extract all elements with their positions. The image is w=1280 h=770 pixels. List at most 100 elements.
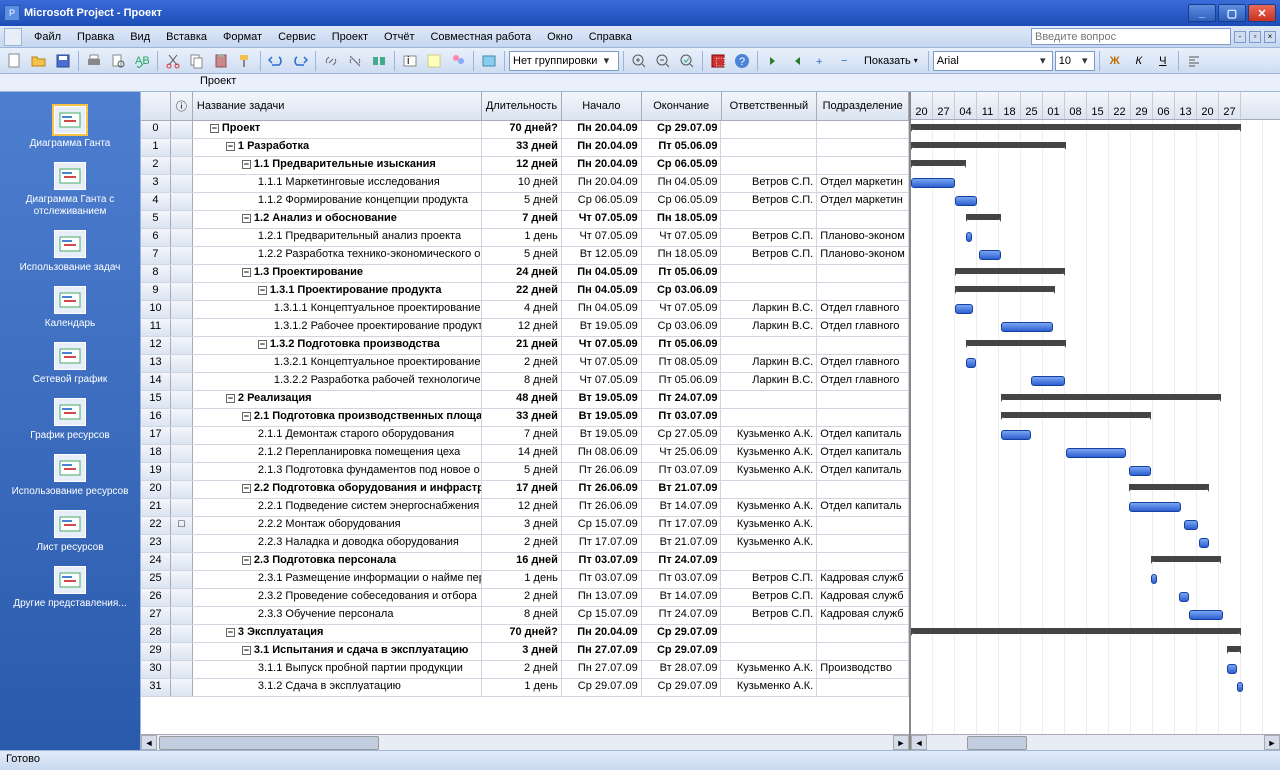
cell-duration[interactable]: 2 дней: [482, 355, 562, 372]
cell-start[interactable]: Вт 19.05.09: [562, 409, 642, 426]
table-row[interactable]: 0 −Проект 70 дней? Пн 20.04.09 Ср 29.07.…: [141, 121, 909, 139]
cell-name[interactable]: 3.1.1 Выпуск пробной партии продукции: [193, 661, 482, 678]
cell-duration[interactable]: 70 дней?: [482, 625, 562, 642]
col-duration[interactable]: Длительность: [482, 92, 562, 120]
cell-name[interactable]: −2.1 Подготовка производственных площад: [193, 409, 482, 426]
cell-responsible[interactable]: Ларкин В.С.: [721, 355, 817, 372]
redo-button[interactable]: [289, 50, 311, 72]
gantt-task-bar[interactable]: [979, 250, 1001, 260]
row-id[interactable]: 23: [141, 535, 171, 552]
menu-service[interactable]: Сервис: [270, 29, 324, 45]
cell-start[interactable]: Пн 08.06.09: [562, 445, 642, 462]
sidebar-item-0[interactable]: Диаграмма Ганта: [0, 100, 140, 156]
sidebar-item-3[interactable]: Календарь: [0, 280, 140, 336]
cell-name[interactable]: −1.2 Анализ и обоснование: [193, 211, 482, 228]
cell-end[interactable]: Пт 08.05.09: [642, 355, 722, 372]
cell-duration[interactable]: 33 дней: [482, 139, 562, 156]
cell-department[interactable]: [817, 283, 909, 300]
row-id[interactable]: 11: [141, 319, 171, 336]
gantt-summary-bar[interactable]: [1129, 484, 1209, 490]
split-button[interactable]: [368, 50, 390, 72]
cell-duration[interactable]: 1 день: [482, 229, 562, 246]
cell-start[interactable]: Пн 27.07.09: [562, 643, 642, 660]
cell-end[interactable]: Пт 05.06.09: [642, 373, 722, 390]
gantt-task-bar[interactable]: [1066, 448, 1126, 458]
menu-collab[interactable]: Совместная работа: [422, 29, 539, 45]
cell-name[interactable]: 3.1.2 Сдача в эксплуатацию: [193, 679, 482, 696]
gantt-task-bar[interactable]: [966, 358, 976, 368]
format-painter-button[interactable]: [234, 50, 256, 72]
cell-end[interactable]: Вт 21.07.09: [642, 535, 722, 552]
row-id[interactable]: 8: [141, 265, 171, 282]
table-row[interactable]: 28 −3 Эксплуатация 70 дней? Пн 20.04.09 …: [141, 625, 909, 643]
row-id[interactable]: 19: [141, 463, 171, 480]
cell-end[interactable]: Чт 07.05.09: [642, 229, 722, 246]
save-button[interactable]: [52, 50, 74, 72]
col-department[interactable]: Подразделение: [817, 92, 909, 120]
cell-responsible[interactable]: Ветров С.П.: [721, 175, 817, 192]
table-row[interactable]: 19 2.1.3 Подготовка фундаментов под ново…: [141, 463, 909, 481]
cell-department[interactable]: [817, 409, 909, 426]
cell-start[interactable]: Пн 20.04.09: [562, 175, 642, 192]
cell-name[interactable]: 2.3.1 Размещение информации о найме пер: [193, 571, 482, 588]
cell-duration[interactable]: 8 дней: [482, 373, 562, 390]
row-id[interactable]: 21: [141, 499, 171, 516]
cell-end[interactable]: Пт 05.06.09: [642, 265, 722, 282]
cell-start[interactable]: Пт 26.06.09: [562, 481, 642, 498]
grid-hscroll[interactable]: ◄ ►: [141, 734, 909, 750]
cell-duration[interactable]: 12 дней: [482, 157, 562, 174]
cell-department[interactable]: Отдел главного: [817, 355, 909, 372]
cell-start[interactable]: Вт 12.05.09: [562, 247, 642, 264]
cell-name[interactable]: −1.1 Предварительные изыскания: [193, 157, 482, 174]
table-row[interactable]: 4 1.1.2 Формирование концепции продукта …: [141, 193, 909, 211]
cell-responsible[interactable]: Кузьменко А.К.: [721, 463, 817, 480]
cell-duration[interactable]: 5 дней: [482, 463, 562, 480]
cell-responsible[interactable]: [721, 121, 817, 138]
gantt-task-bar[interactable]: [1129, 502, 1181, 512]
gantt-scroll-right-button[interactable]: ►: [1264, 735, 1280, 750]
cell-duration[interactable]: 1 день: [482, 571, 562, 588]
cell-start[interactable]: Чт 07.05.09: [562, 229, 642, 246]
expand-icon[interactable]: −: [258, 286, 267, 295]
cell-name[interactable]: −1.3.2 Подготовка производства: [193, 337, 482, 354]
row-id[interactable]: 24: [141, 553, 171, 570]
preview-button[interactable]: [107, 50, 129, 72]
cell-duration[interactable]: 2 дней: [482, 589, 562, 606]
expand-icon[interactable]: −: [210, 124, 219, 133]
table-row[interactable]: 13 1.3.2.1 Концептуальное проектирование…: [141, 355, 909, 373]
gantt-task-bar[interactable]: [1129, 466, 1151, 476]
cell-department[interactable]: [817, 553, 909, 570]
cell-end[interactable]: Пт 24.07.09: [642, 391, 722, 408]
cell-start[interactable]: Ср 15.07.09: [562, 517, 642, 534]
row-id[interactable]: 6: [141, 229, 171, 246]
gantt-summary-bar[interactable]: [1001, 394, 1221, 400]
gantt-summary-bar[interactable]: [1001, 412, 1151, 418]
groupby-combo[interactable]: Нет группировки▾: [509, 51, 619, 71]
font-combo[interactable]: Arial▾: [933, 51, 1053, 71]
row-id[interactable]: 17: [141, 427, 171, 444]
gantt-task-bar[interactable]: [1001, 322, 1053, 332]
close-button[interactable]: ✕: [1248, 4, 1276, 22]
cell-name[interactable]: 1.1.2 Формирование концепции продукта: [193, 193, 482, 210]
gantt-summary-bar[interactable]: [1151, 556, 1221, 562]
expand-icon[interactable]: −: [242, 556, 251, 565]
table-row[interactable]: 26 2.3.2 Проведение собеседования и отбо…: [141, 589, 909, 607]
cell-responsible[interactable]: Ветров С.П.: [721, 229, 817, 246]
cell-name[interactable]: 2.2.3 Наладка и доводка оборудования: [193, 535, 482, 552]
sidebar-item-8[interactable]: Другие представления...: [0, 560, 140, 616]
sidebar-item-1[interactable]: Диаграмма Ганта с отслеживанием: [0, 156, 140, 224]
scroll-left-button[interactable]: ◄: [141, 735, 157, 750]
goto-button[interactable]: [676, 50, 698, 72]
cell-end[interactable]: Пт 24.07.09: [642, 607, 722, 624]
cell-responsible[interactable]: [721, 553, 817, 570]
cell-responsible[interactable]: Ларкин В.С.: [721, 373, 817, 390]
cell-duration[interactable]: 48 дней: [482, 391, 562, 408]
cell-duration[interactable]: 70 дней?: [482, 121, 562, 138]
table-row[interactable]: 8 −1.3 Проектирование 24 дней Пн 04.05.0…: [141, 265, 909, 283]
cell-name[interactable]: −Проект: [193, 121, 482, 138]
menu-insert[interactable]: Вставка: [158, 29, 215, 45]
menu-file[interactable]: Файл: [26, 29, 69, 45]
info-button[interactable]: i: [399, 50, 421, 72]
gantt-summary-bar[interactable]: [955, 268, 1065, 274]
cut-button[interactable]: [162, 50, 184, 72]
